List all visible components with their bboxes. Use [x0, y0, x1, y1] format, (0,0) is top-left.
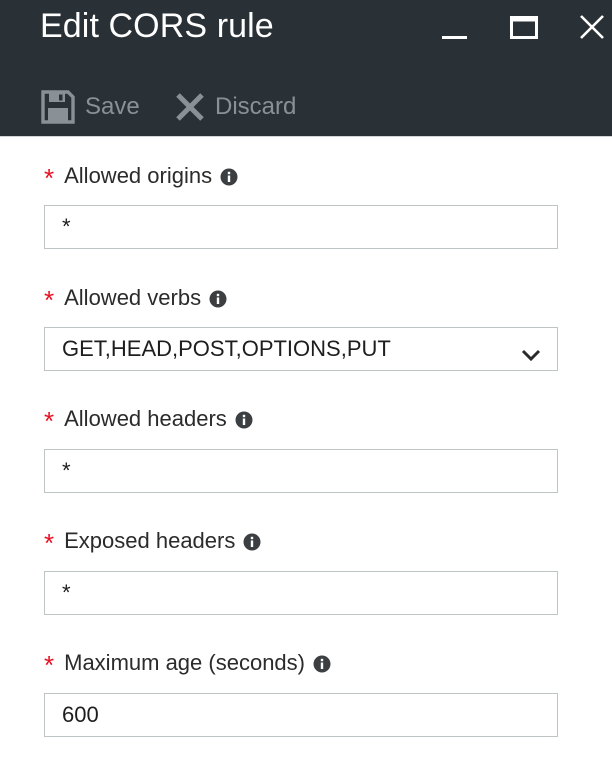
- allowed-headers-label-text: Allowed headers: [64, 406, 227, 431]
- max-age-input[interactable]: 600: [44, 693, 558, 737]
- allowed-verbs-label-text: Allowed verbs: [64, 285, 202, 310]
- discard-button[interactable]: Discard: [175, 86, 296, 128]
- minimize-icon: [442, 36, 467, 39]
- blade-header: Edit CORS rule Save Discard: [0, 0, 612, 136]
- max-age-label: * Maximum age (seconds): [44, 648, 331, 678]
- required-marker: *: [44, 285, 55, 315]
- info-icon[interactable]: [209, 290, 227, 308]
- chevron-down-icon: [521, 342, 541, 368]
- edit-cors-rule-blade: Edit CORS rule Save Discard * Allowed or…: [0, 0, 612, 766]
- allowed-origins-label-text: Allowed origins: [64, 163, 213, 188]
- discard-label: Discard: [215, 93, 297, 120]
- x-icon: [175, 92, 205, 122]
- allowed-origins-label: * Allowed origins: [44, 161, 238, 191]
- blade-title: Edit CORS rule: [40, 7, 274, 45]
- close-icon: [580, 15, 604, 39]
- required-marker: *: [44, 406, 55, 436]
- allowed-verbs-label: * Allowed verbs: [44, 283, 227, 313]
- required-marker: *: [44, 163, 55, 193]
- required-marker: *: [44, 528, 55, 558]
- info-icon[interactable]: [235, 411, 253, 429]
- header-divider: [0, 136, 612, 137]
- maximize-button[interactable]: [504, 8, 544, 48]
- max-age-label-text: Maximum age (seconds): [64, 650, 305, 675]
- allowed-verbs-selected-value: GET,HEAD,POST,OPTIONS,PUT: [62, 336, 391, 361]
- allowed-headers-label: * Allowed headers: [44, 404, 253, 434]
- floppy-disk-icon: [41, 90, 75, 124]
- close-button[interactable]: [572, 8, 612, 48]
- allowed-headers-input[interactable]: *: [44, 449, 558, 493]
- exposed-headers-label-text: Exposed headers: [64, 528, 236, 553]
- save-label: Save: [85, 93, 140, 120]
- minimize-button[interactable]: [434, 8, 474, 48]
- maximize-icon: [510, 16, 538, 39]
- allowed-origins-input[interactable]: *: [44, 205, 558, 249]
- exposed-headers-input[interactable]: *: [44, 571, 558, 615]
- info-icon[interactable]: [220, 168, 238, 186]
- exposed-headers-label: * Exposed headers: [44, 526, 261, 556]
- info-icon[interactable]: [313, 655, 331, 673]
- save-button[interactable]: Save: [41, 86, 140, 128]
- allowed-verbs-select[interactable]: GET,HEAD,POST,OPTIONS,PUT: [44, 327, 558, 371]
- required-marker: *: [44, 650, 55, 680]
- info-icon[interactable]: [243, 533, 261, 551]
